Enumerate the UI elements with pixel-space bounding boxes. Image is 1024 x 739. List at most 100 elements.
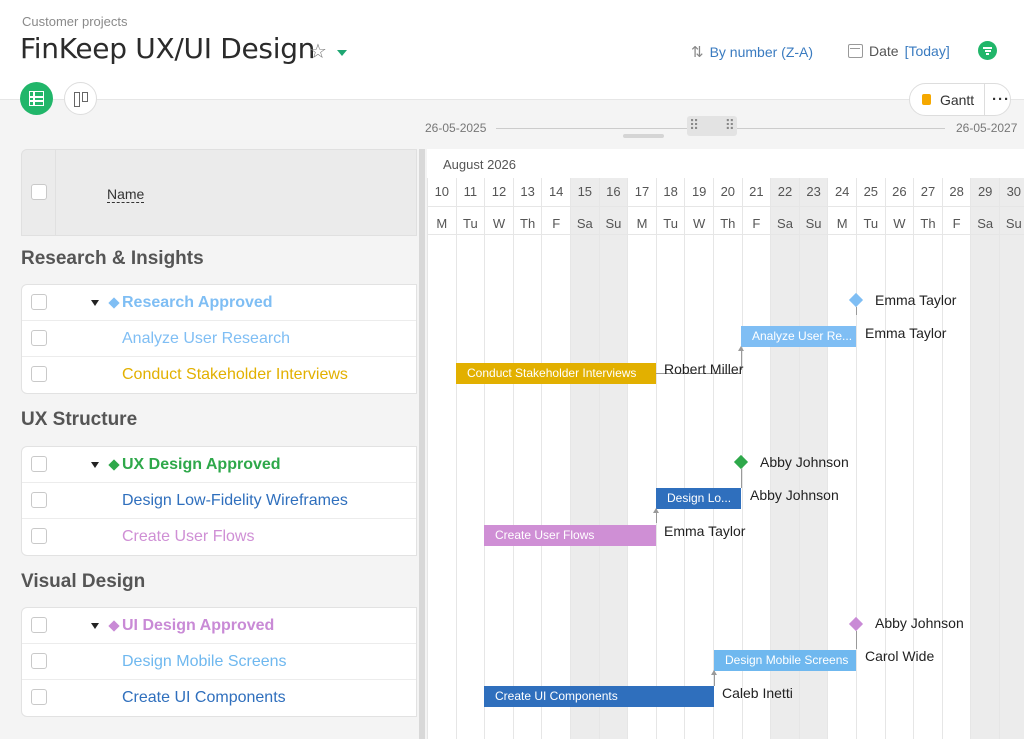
assignee-label: Abby Johnson xyxy=(750,487,839,503)
day-weekday: Th xyxy=(920,216,936,231)
row-checkbox[interactable] xyxy=(31,689,47,705)
milestone-label[interactable]: Research Approved xyxy=(122,294,273,312)
row-checkbox[interactable] xyxy=(31,366,47,382)
day-number: 14 xyxy=(548,184,564,199)
gantt-bar[interactable]: Design Mobile Screens xyxy=(714,650,856,671)
timeline-day-column: 30 Su xyxy=(999,178,1024,739)
task-row[interactable]: Analyze User Research xyxy=(22,321,416,357)
milestone-row[interactable]: UI Design Approved xyxy=(22,608,416,644)
day-weekday: Th xyxy=(720,216,736,231)
group-title: UX Structure xyxy=(21,409,138,430)
milestone-row[interactable]: Research Approved xyxy=(22,285,416,321)
milestone-label[interactable]: UI Design Approved xyxy=(122,617,274,635)
gantt-bar[interactable]: Create UI Components xyxy=(484,686,714,707)
timeline-day-column: 11 Tu xyxy=(455,178,485,739)
sort-control[interactable]: ⇅ By number (Z-A) xyxy=(691,43,813,61)
filter-icon[interactable] xyxy=(978,41,997,60)
group-title: Research & Insights xyxy=(21,248,204,269)
assignee-label: Robert Miller xyxy=(664,361,744,377)
select-all-checkbox[interactable] xyxy=(31,184,47,200)
task-label[interactable]: Create UI Components xyxy=(122,689,286,707)
timeline-day-column: 18 Tu xyxy=(655,178,685,739)
gantt-bar[interactable]: Create User Flows xyxy=(484,525,656,546)
task-row[interactable]: Create User Flows xyxy=(22,519,416,555)
task-label[interactable]: Design Mobile Screens xyxy=(122,653,287,671)
task-row[interactable]: Design Low-Fidelity Wireframes xyxy=(22,483,416,519)
task-label[interactable]: Design Low-Fidelity Wireframes xyxy=(122,492,348,510)
date-today-link[interactable]: [Today] xyxy=(905,43,950,59)
row-checkbox[interactable] xyxy=(31,617,47,633)
day-number: 17 xyxy=(634,184,650,199)
timeline-day-column: 29 Sa xyxy=(970,178,999,739)
group-title: Visual Design xyxy=(21,571,146,592)
timeline-day-column: 12 W xyxy=(484,178,513,739)
name-column-header[interactable]: Name xyxy=(107,186,145,203)
milestone-label[interactable]: UX Design Approved xyxy=(122,456,281,474)
day-weekday: Sa xyxy=(777,216,793,231)
sort-label: By number (Z-A) xyxy=(709,44,814,60)
day-weekday: M xyxy=(636,216,648,231)
day-weekday: W xyxy=(693,216,706,231)
gantt-bar[interactable]: Design Lo... xyxy=(656,488,741,509)
collapse-triangle-icon[interactable] xyxy=(91,462,99,468)
collapse-triangle-icon[interactable] xyxy=(91,623,99,629)
group-card: Research Approved Analyze User Research … xyxy=(21,284,417,394)
row-checkbox[interactable] xyxy=(31,492,47,508)
timeline-day-column: 19 W xyxy=(684,178,713,739)
day-weekday: M xyxy=(436,216,448,231)
timeline-month: August 2026 xyxy=(443,157,517,172)
more-options-icon[interactable]: ··· xyxy=(992,91,1010,108)
day-weekday: Su xyxy=(805,216,822,231)
assignee-label: Caleb Inetti xyxy=(722,685,793,701)
row-checkbox[interactable] xyxy=(31,653,47,669)
day-weekday: Su xyxy=(605,216,622,231)
day-weekday: Tu xyxy=(663,216,678,231)
row-checkbox[interactable] xyxy=(31,528,47,544)
day-weekday: F xyxy=(552,216,561,231)
star-icon[interactable]: ☆ xyxy=(309,42,327,62)
gantt-bar[interactable]: Conduct Stakeholder Interviews xyxy=(456,363,656,384)
task-label[interactable]: Conduct Stakeholder Interviews xyxy=(122,366,348,384)
task-table: Name Research & Insights Research Approv… xyxy=(21,149,417,717)
day-number: 24 xyxy=(834,184,850,199)
timeline-day-column: 17 M xyxy=(627,178,656,739)
milestone-row[interactable]: UX Design Approved xyxy=(22,447,416,483)
row-checkbox[interactable] xyxy=(31,294,47,310)
gantt-bar[interactable]: Analyze User Re... xyxy=(741,326,856,347)
board-view-button[interactable] xyxy=(64,82,97,115)
pane-splitter[interactable] xyxy=(419,149,425,739)
gantt-color-swatch xyxy=(922,94,931,105)
assignee-label: Emma Taylor xyxy=(664,523,746,539)
assignee-label: Abby Johnson xyxy=(760,454,849,470)
task-row[interactable]: Create UI Components xyxy=(22,680,416,716)
timeline-day-column: 13 Th xyxy=(512,178,542,739)
day-weekday: Sa xyxy=(576,216,593,231)
range-scroll-thumb[interactable] xyxy=(623,134,664,138)
date-control[interactable]: Date [Today] xyxy=(848,43,950,59)
row-checkbox[interactable] xyxy=(31,456,47,472)
collapse-triangle-icon[interactable] xyxy=(91,300,99,306)
day-number: 27 xyxy=(920,184,936,199)
assignee-label: Carol Wide xyxy=(865,648,935,664)
milestone-diamond-icon xyxy=(108,459,120,471)
range-handle[interactable] xyxy=(687,116,737,136)
task-row[interactable]: Design Mobile Screens xyxy=(22,644,416,680)
milestone-diamond-icon xyxy=(108,297,120,309)
day-weekday: F xyxy=(952,216,961,231)
task-label[interactable]: Analyze User Research xyxy=(122,330,290,348)
day-weekday: Su xyxy=(1005,216,1022,231)
task-row[interactable]: Conduct Stakeholder Interviews xyxy=(22,357,416,393)
task-label[interactable]: Create User Flows xyxy=(122,528,254,546)
board-icon xyxy=(74,92,89,107)
breadcrumb[interactable]: Customer projects xyxy=(22,14,127,29)
grid-icon xyxy=(29,91,44,106)
assignee-label: Abby Johnson xyxy=(875,615,964,631)
gantt-view-label[interactable]: Gantt xyxy=(940,92,974,108)
chevron-down-icon[interactable] xyxy=(337,50,347,56)
day-weekday: F xyxy=(752,216,761,231)
day-number: 13 xyxy=(520,184,535,199)
gantt-chart: August 2026 10 M 11 Tu 12 W 13 Th 14 F 15 Sa 16 Su 17 M… xyxy=(427,149,1024,739)
calendar-icon xyxy=(848,44,863,58)
grid-view-button[interactable] xyxy=(20,82,53,115)
row-checkbox[interactable] xyxy=(31,330,47,346)
